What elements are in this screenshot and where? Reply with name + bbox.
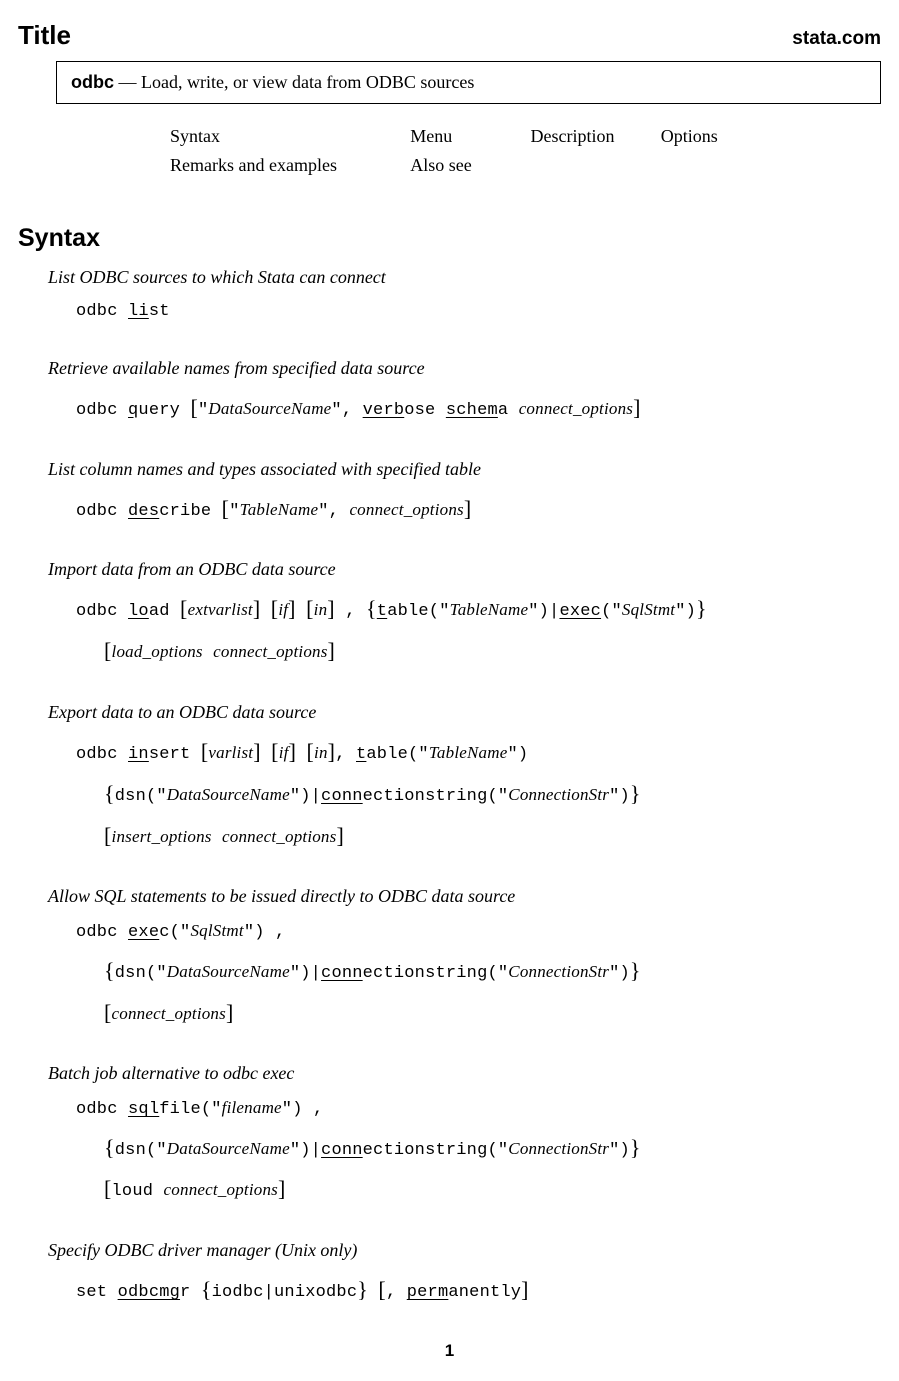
syntax-desc: Export data to an ODBC data source [48,702,881,723]
syntax-line: set odbcmgr {iodbc|unixodbc} [, permanen… [76,1269,881,1311]
syntax-line: odbc list [76,296,881,328]
syntax-block-insert: Export data to an ODBC data source odbc … [48,702,881,856]
syntax-block-query: Retrieve available names from specified … [48,358,881,429]
syntax-desc: List ODBC sources to which Stata can con… [48,267,881,288]
nav-links: Syntax Menu Description Options Remarks … [170,122,881,180]
syntax-line: {dsn("DataSourceName")|connectionstring(… [104,1127,881,1169]
syntax-line: [insert_options connect_options] [104,815,881,857]
syntax-desc: Batch job alternative to odbc exec [48,1063,881,1084]
syntax-block-odbcmgr: Specify ODBC driver manager (Unix only) … [48,1240,881,1311]
syntax-line: odbc sqlfile("filename") , [76,1092,881,1126]
syntax-block-sqlfile: Batch job alternative to odbc exec odbc … [48,1063,881,1210]
syntax-block-describe: List column names and types associated w… [48,459,881,530]
syntax-line: odbc load [extvarlist] [if] [in] , {tabl… [76,588,881,630]
syntax-line: [load_options connect_options] [104,630,881,672]
nav-menu[interactable]: Menu [410,122,490,151]
nav-description[interactable]: Description [531,122,621,151]
nav-remarks[interactable]: Remarks and examples [170,151,370,180]
syntax-heading: Syntax [18,224,881,253]
nav-syntax[interactable]: Syntax [170,122,370,151]
syntax-block-exec: Allow SQL statements to be issued direct… [48,886,881,1033]
header: Title stata.com [18,20,881,51]
title-box-command: odbc [71,72,114,92]
syntax-line: [loud connect_options] [104,1168,881,1210]
syntax-line: odbc describe ["TableName", connect_opti… [76,488,881,530]
syntax-line: {dsn("DataSourceName")|connectionstring(… [104,950,881,992]
title-box-desc: Load, write, or view data from ODBC sour… [141,72,474,92]
syntax-line: odbc query ["DataSourceName", verbose sc… [76,387,881,429]
nav-also-see[interactable]: Also see [410,151,472,180]
nav-options[interactable]: Options [661,122,718,151]
brand-link[interactable]: stata.com [792,28,881,50]
syntax-line: [connect_options] [104,992,881,1034]
syntax-desc: Import data from an ODBC data source [48,559,881,580]
page-number: 1 [18,1341,881,1361]
syntax-line: odbc exec("SqlStmt") , [76,915,881,949]
syntax-line: odbc insert [varlist] [if] [in], table("… [76,731,881,773]
syntax-desc: Specify ODBC driver manager (Unix only) [48,1240,881,1261]
title-box-dash: — [114,72,141,92]
syntax-line: {dsn("DataSourceName")|connectionstring(… [104,773,881,815]
title-box: odbc — Load, write, or view data from OD… [56,61,881,104]
syntax-desc: Allow SQL statements to be issued direct… [48,886,881,907]
syntax-desc: List column names and types associated w… [48,459,881,480]
syntax-desc: Retrieve available names from specified … [48,358,881,379]
page-title: Title [18,20,71,51]
syntax-block-list: List ODBC sources to which Stata can con… [48,267,881,328]
syntax-block-load: Import data from an ODBC data source odb… [48,559,881,672]
